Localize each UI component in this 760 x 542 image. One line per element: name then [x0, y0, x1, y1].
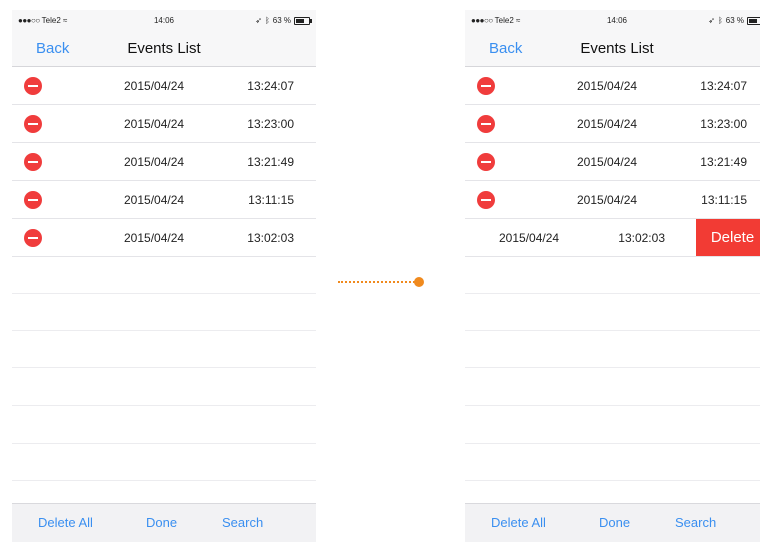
empty-row-separator: [465, 367, 760, 368]
battery-label: 63 %: [725, 16, 744, 25]
battery-label: 63 %: [272, 16, 291, 25]
minus-circle-icon[interactable]: [24, 77, 42, 95]
empty-row-separator: [465, 293, 760, 294]
phone-screen-editing: ●●●○○ Tele2 ≈ 14:06 ➶ ᛒ 63 % Back Events …: [12, 10, 316, 542]
minus-circle-icon[interactable]: [24, 153, 42, 171]
empty-row-separator: [12, 330, 316, 331]
minus-circle-icon[interactable]: [477, 115, 495, 133]
done-button[interactable]: Done: [146, 515, 177, 530]
arrow-dot-icon: [414, 277, 424, 287]
bluetooth-icon: ᛒ: [264, 16, 270, 25]
delete-all-button[interactable]: Delete All: [491, 515, 546, 530]
table-row[interactable]: 2015/04/24 13:02:03: [12, 219, 316, 257]
phone-screen-swipe-delete: ●●●○○ Tele2 ≈ 14:06 ➶ ᛒ 63 % Back Events …: [465, 10, 760, 542]
table-row[interactable]: 2015/04/24 13:21:49: [12, 143, 316, 181]
minus-circle-icon[interactable]: [477, 191, 495, 209]
event-date: 2015/04/24: [124, 155, 185, 169]
empty-row-separator: [465, 443, 760, 444]
event-date: 2015/04/24: [577, 117, 638, 131]
transition-arrow: [338, 277, 424, 287]
empty-row-separator: [12, 443, 316, 444]
events-list: 2015/04/24 13:24:07 2015/04/24 13:23:00 …: [12, 67, 316, 257]
event-date: 2015/04/24: [124, 117, 185, 131]
empty-row-separator: [465, 405, 760, 406]
empty-row-separator: [12, 405, 316, 406]
event-time: 13:21:49: [247, 155, 294, 169]
location-arrow-icon: ➶: [255, 16, 262, 25]
table-row[interactable]: 2015/04/24 13:11:15: [12, 181, 316, 219]
table-row[interactable]: 2015/04/24 13:21:49: [465, 143, 760, 181]
events-list: 2015/04/24 13:24:07 2015/04/24 13:23:00 …: [465, 67, 760, 257]
empty-row-separator: [12, 480, 316, 481]
event-time: 13:11:15: [248, 193, 294, 207]
minus-circle-icon[interactable]: [24, 115, 42, 133]
bluetooth-icon: ᛒ: [717, 16, 723, 25]
event-time: 13:21:49: [700, 155, 747, 169]
dotted-line: [338, 281, 418, 283]
status-bar: ●●●○○ Tele2 ≈ 14:06 ➶ ᛒ 63 %: [12, 10, 316, 30]
empty-row-separator: [12, 367, 316, 368]
event-date: 2015/04/24: [577, 155, 638, 169]
nav-bar: Back Events List: [465, 30, 760, 67]
empty-row-separator: [12, 293, 316, 294]
event-time: 13:24:07: [700, 79, 747, 93]
table-row[interactable]: 2015/04/24 13:11:15: [465, 181, 760, 219]
event-date: 2015/04/24: [577, 79, 638, 93]
event-time: 13:02:03: [247, 231, 294, 245]
search-button[interactable]: Search: [675, 515, 716, 530]
event-time: 13:02:03: [618, 231, 665, 245]
event-date: 2015/04/24: [499, 231, 560, 245]
empty-row-separator: [465, 330, 760, 331]
minus-circle-icon[interactable]: [477, 153, 495, 171]
page-title: Events List: [127, 40, 201, 57]
minus-circle-icon[interactable]: [477, 77, 495, 95]
event-date: 2015/04/24: [124, 193, 185, 207]
minus-circle-icon[interactable]: [24, 229, 42, 247]
delete-all-button[interactable]: Delete All: [38, 515, 93, 530]
row-delete-button[interactable]: Delete: [696, 219, 760, 256]
battery-icon: [294, 16, 312, 25]
table-row-swiped[interactable]: 2015/04/24 13:02:03 Delete: [465, 219, 760, 257]
bottom-toolbar: Delete All Done Search: [465, 503, 760, 542]
nav-bar: Back Events List: [12, 30, 316, 67]
event-date: 2015/04/24: [577, 193, 638, 207]
table-row[interactable]: 2015/04/24 13:23:00: [12, 105, 316, 143]
table-row[interactable]: 2015/04/24 13:24:07: [12, 67, 316, 105]
done-button[interactable]: Done: [599, 515, 630, 530]
bottom-toolbar: Delete All Done Search: [12, 503, 316, 542]
event-date: 2015/04/24: [124, 79, 185, 93]
search-button[interactable]: Search: [222, 515, 263, 530]
table-row[interactable]: 2015/04/24 13:23:00: [465, 105, 760, 143]
event-time: 13:11:15: [701, 193, 747, 207]
empty-row-separator: [465, 480, 760, 481]
event-time: 13:24:07: [247, 79, 294, 93]
event-time: 13:23:00: [700, 117, 747, 131]
location-arrow-icon: ➶: [708, 16, 715, 25]
minus-circle-icon[interactable]: [24, 191, 42, 209]
table-row[interactable]: 2015/04/24 13:24:07: [465, 67, 760, 105]
event-time: 13:23:00: [247, 117, 294, 131]
page-title: Events List: [580, 40, 654, 57]
status-bar: ●●●○○ Tele2 ≈ 14:06 ➶ ᛒ 63 %: [465, 10, 760, 30]
event-date: 2015/04/24: [124, 231, 185, 245]
battery-icon: [747, 16, 760, 25]
